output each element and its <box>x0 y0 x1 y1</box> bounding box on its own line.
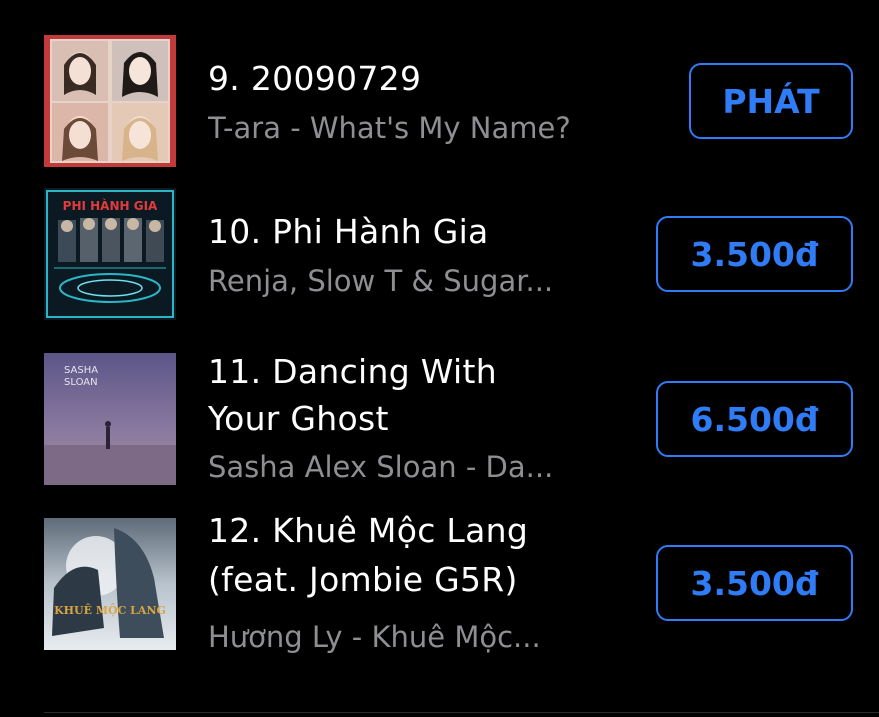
album-art-sasha-sloan[interactable]: SASHA SLOAN <box>44 353 176 485</box>
album-art-tara[interactable] <box>44 35 176 167</box>
song-title-line-1: 11. Dancing With <box>208 352 497 391</box>
list-item[interactable]: PHI HÀNH GIA 10. Phi Hành Gia Renja, Slo… <box>0 170 879 335</box>
album-art-khue-moc-lang-image: KHUÊ MỘC LANG <box>44 518 176 650</box>
album-art-khue-moc-lang[interactable]: KHUÊ MỘC LANG <box>44 518 176 650</box>
buy-button[interactable]: 3.500đ <box>656 216 853 292</box>
album-art-text: KHUÊ MỘC LANG <box>54 602 166 617</box>
album-art-tara-image <box>44 35 176 167</box>
album-art-text: SASHA <box>64 365 98 376</box>
album-art-phi-hanh-gia[interactable]: PHI HÀNH GIA <box>44 188 176 320</box>
album-art-text: SLOAN <box>64 377 98 388</box>
song-title: 10. Phi Hành Gia <box>208 212 489 251</box>
song-list: 9. 20090729 T-ara - What's My Name? PHÁT… <box>0 0 879 717</box>
song-title-line-2: (feat. Jombie G5R) <box>208 560 518 599</box>
divider <box>44 712 879 713</box>
album-art-sasha-sloan-image: SASHA SLOAN <box>44 353 176 485</box>
song-subtitle: Renja, Slow T & Sugar... <box>208 264 554 298</box>
buy-button[interactable]: 3.500đ <box>656 545 853 621</box>
song-title: 9. 20090729 <box>208 59 422 98</box>
buy-button[interactable]: 6.500đ <box>656 381 853 457</box>
list-item[interactable]: 9. 20090729 T-ara - What's My Name? PHÁT <box>0 0 879 170</box>
song-title-line-1: 12. Khuê Mộc Lang <box>208 511 529 550</box>
album-art-phi-hanh-gia-image: PHI HÀNH GIA <box>44 188 176 320</box>
album-art-text: PHI HÀNH GIA <box>63 198 158 213</box>
song-subtitle: Hương Ly - Khuê Mộc... <box>208 620 541 654</box>
song-subtitle: T-ara - What's My Name? <box>208 111 571 145</box>
song-title-line-2: Your Ghost <box>208 399 389 438</box>
song-subtitle: Sasha Alex Sloan - Da... <box>208 450 554 484</box>
play-button[interactable]: PHÁT <box>689 63 853 139</box>
list-item[interactable]: SASHA SLOAN 11. Dancing With Your Ghost … <box>0 335 879 500</box>
list-item[interactable]: KHUÊ MỘC LANG 12. Khuê Mộc Lang (feat. J… <box>0 500 879 712</box>
